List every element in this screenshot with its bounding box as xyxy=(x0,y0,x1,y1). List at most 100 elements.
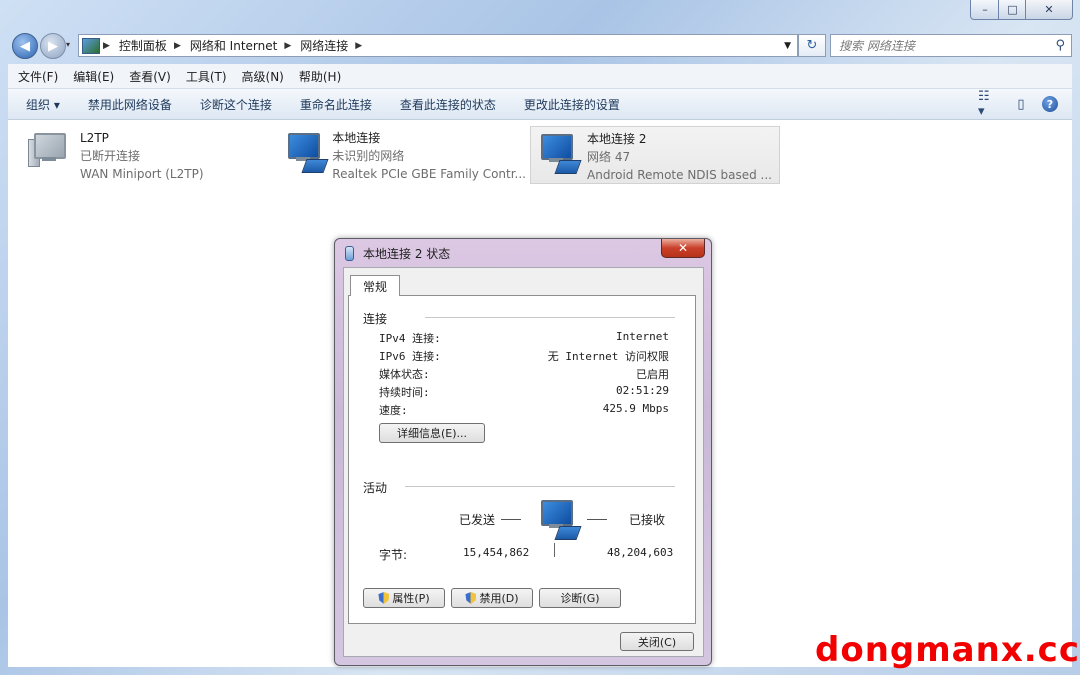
refresh-icon: ↻ xyxy=(806,38,818,53)
uac-shield-icon xyxy=(378,592,390,604)
address-dropdown-icon[interactable]: ▼ xyxy=(784,41,791,51)
divider xyxy=(554,543,555,557)
dialog-close-action-button[interactable]: 关闭(C) xyxy=(620,632,694,651)
activity-heading: 活动 xyxy=(363,481,388,495)
command-bar: 组织 ▾ 禁用此网络设备 诊断这个连接 重命名此连接 查看此连接的状态 更改此连… xyxy=(8,89,1072,120)
connection-status: 网络 47 xyxy=(587,150,631,164)
breadcrumb-separator-icon[interactable]: ▶ xyxy=(284,41,291,51)
forward-arrow-icon: ▶ xyxy=(48,38,58,54)
info-value: 425.9 Mbps xyxy=(602,402,669,415)
bytes-received-value: 48,204,603 xyxy=(607,546,674,559)
dialog-close-button[interactable]: ✕ xyxy=(661,239,705,258)
preview-pane-icon[interactable]: ▯ xyxy=(1010,93,1032,115)
rename-connection-button[interactable]: 重命名此连接 xyxy=(300,96,372,113)
diagnose-connection-button[interactable]: 诊断这个连接 xyxy=(200,96,272,113)
received-label: 已接收 xyxy=(629,513,666,527)
divider xyxy=(501,519,521,520)
disable-device-button[interactable]: 禁用此网络设备 xyxy=(88,96,172,113)
info-label: 速度: xyxy=(379,404,408,417)
general-panel: 连接 IPv4 连接: Internet IPv6 连接: 无 Internet… xyxy=(348,295,696,624)
properties-button[interactable]: 属性(P) xyxy=(363,588,445,608)
uac-shield-icon xyxy=(465,592,477,604)
connection-name: 本地连接 xyxy=(332,131,381,145)
info-row: 速度: 425.9 Mbps xyxy=(379,400,669,418)
watermark-text: dongmanx.cc xyxy=(815,630,1080,670)
change-settings-button[interactable]: 更改此连接的设置 xyxy=(524,96,620,113)
breadcrumb-separator-icon[interactable]: ▶ xyxy=(174,41,181,51)
divider xyxy=(587,519,607,520)
info-label: IPv4 连接: xyxy=(379,332,441,345)
menu-bar: 文件(F) 编辑(E) 查看(V) 工具(T) 高级(N) 帮助(H) xyxy=(8,64,1072,89)
network-computer-icon xyxy=(282,129,329,179)
breadcrumb-network-connections[interactable]: 网络连接 xyxy=(300,37,348,54)
connection-device: Realtek PCIe GBE Family Contr... xyxy=(332,167,526,181)
activity-computer-icon xyxy=(535,496,582,542)
breadcrumb-separator-icon: ▶ xyxy=(103,40,110,51)
connection-device: Android Remote NDIS based ... xyxy=(587,168,772,182)
menu-help[interactable]: 帮助(H) xyxy=(299,68,341,85)
view-status-button[interactable]: 查看此连接的状态 xyxy=(400,96,496,113)
forward-button[interactable]: ▶ xyxy=(40,33,66,59)
dialog-body: 常规 连接 IPv4 连接: Internet IPv6 连接: 无 Inter… xyxy=(343,267,704,657)
dialog-title: 本地连接 2 状态 xyxy=(363,247,451,261)
info-row: 持续时间: 02:51:29 xyxy=(379,382,669,400)
control-panel-icon xyxy=(82,37,100,54)
search-box[interactable]: 搜索 网络连接 ⚲ xyxy=(830,34,1072,57)
diagnose-button[interactable]: 诊断(G) xyxy=(539,588,621,608)
back-arrow-icon: ◀ xyxy=(20,38,30,54)
info-label: 持续时间: xyxy=(379,386,430,399)
connection-heading: 连接 xyxy=(363,312,388,326)
info-row: IPv4 连接: Internet xyxy=(379,328,669,346)
connection-device: WAN Miniport (L2TP) xyxy=(80,167,204,181)
organize-button[interactable]: 组织 ▾ xyxy=(26,96,60,113)
breadcrumb-network-internet[interactable]: 网络和 Internet xyxy=(190,37,277,54)
maximize-button[interactable]: □ xyxy=(998,0,1027,20)
menu-advanced[interactable]: 高级(N) xyxy=(242,68,284,85)
connection-status: 未识别的网络 xyxy=(332,149,405,163)
info-row: 媒体状态: 已启用 xyxy=(379,364,669,382)
status-dialog: 本地连接 2 状态 ✕ 常规 连接 IPv4 连接: Internet IPv6… xyxy=(334,238,712,666)
connection-status: 已断开连接 xyxy=(80,149,141,163)
bytes-sent-value: 15,454,862 xyxy=(463,546,530,559)
sent-label: 已发送 xyxy=(459,513,496,527)
address-bar[interactable]: ▶ 控制面板 ▶ 网络和 Internet ▶ 网络连接 ▶ ▼ xyxy=(78,34,798,57)
menu-tools[interactable]: 工具(T) xyxy=(186,68,227,85)
back-button[interactable]: ◀ xyxy=(12,33,38,59)
menu-view[interactable]: 查看(V) xyxy=(129,68,171,85)
divider xyxy=(405,486,675,487)
tab-general[interactable]: 常规 xyxy=(350,275,400,296)
connection-item-local[interactable]: 本地连接 未识别的网络 Realtek PCIe GBE Family Cont… xyxy=(272,126,526,182)
view-options-icon[interactable]: ☷ ▾ xyxy=(978,89,1000,119)
properties-label: 属性(P) xyxy=(392,592,430,605)
network-computer-icon xyxy=(535,130,582,180)
close-button[interactable]: ✕ xyxy=(1025,0,1073,20)
info-value: 无 Internet 访问权限 xyxy=(547,350,669,363)
bytes-label: 字节: xyxy=(379,548,408,562)
recent-pages-chevron-icon[interactable]: ▾ xyxy=(66,40,70,49)
breadcrumb-separator-icon[interactable]: ▶ xyxy=(355,41,362,51)
refresh-button[interactable]: ↻ xyxy=(798,34,826,57)
connection-item-l2tp[interactable]: L2TP 已断开连接 WAN Miniport (L2TP) xyxy=(18,126,248,182)
info-value: 已启用 xyxy=(636,368,669,381)
connection-item-local-2[interactable]: 本地连接 2 网络 47 Android Remote NDIS based .… xyxy=(530,126,780,184)
minimize-button[interactable]: – xyxy=(970,0,1000,20)
connection-name: 本地连接 2 xyxy=(587,132,647,146)
connection-name: L2TP xyxy=(80,131,109,145)
disable-button[interactable]: 禁用(D) xyxy=(451,588,533,608)
search-icon[interactable]: ⚲ xyxy=(1055,38,1065,53)
menu-edit[interactable]: 编辑(E) xyxy=(73,68,114,85)
divider xyxy=(425,317,675,318)
info-value: Internet xyxy=(616,330,669,343)
info-label: IPv6 连接: xyxy=(379,350,441,363)
help-icon[interactable]: ? xyxy=(1042,96,1058,112)
disable-label: 禁用(D) xyxy=(479,592,519,605)
search-input[interactable]: 搜索 网络连接 xyxy=(839,37,1055,54)
title-bar: – □ ✕ xyxy=(0,0,1080,30)
breadcrumb-control-panel[interactable]: 控制面板 xyxy=(119,37,167,54)
vpn-computer-icon xyxy=(28,129,74,179)
menu-file[interactable]: 文件(F) xyxy=(18,68,58,85)
info-label: 媒体状态: xyxy=(379,368,430,381)
network-adapter-icon xyxy=(345,246,354,261)
info-value: 02:51:29 xyxy=(616,384,669,397)
details-button[interactable]: 详细信息(E)... xyxy=(379,423,485,443)
